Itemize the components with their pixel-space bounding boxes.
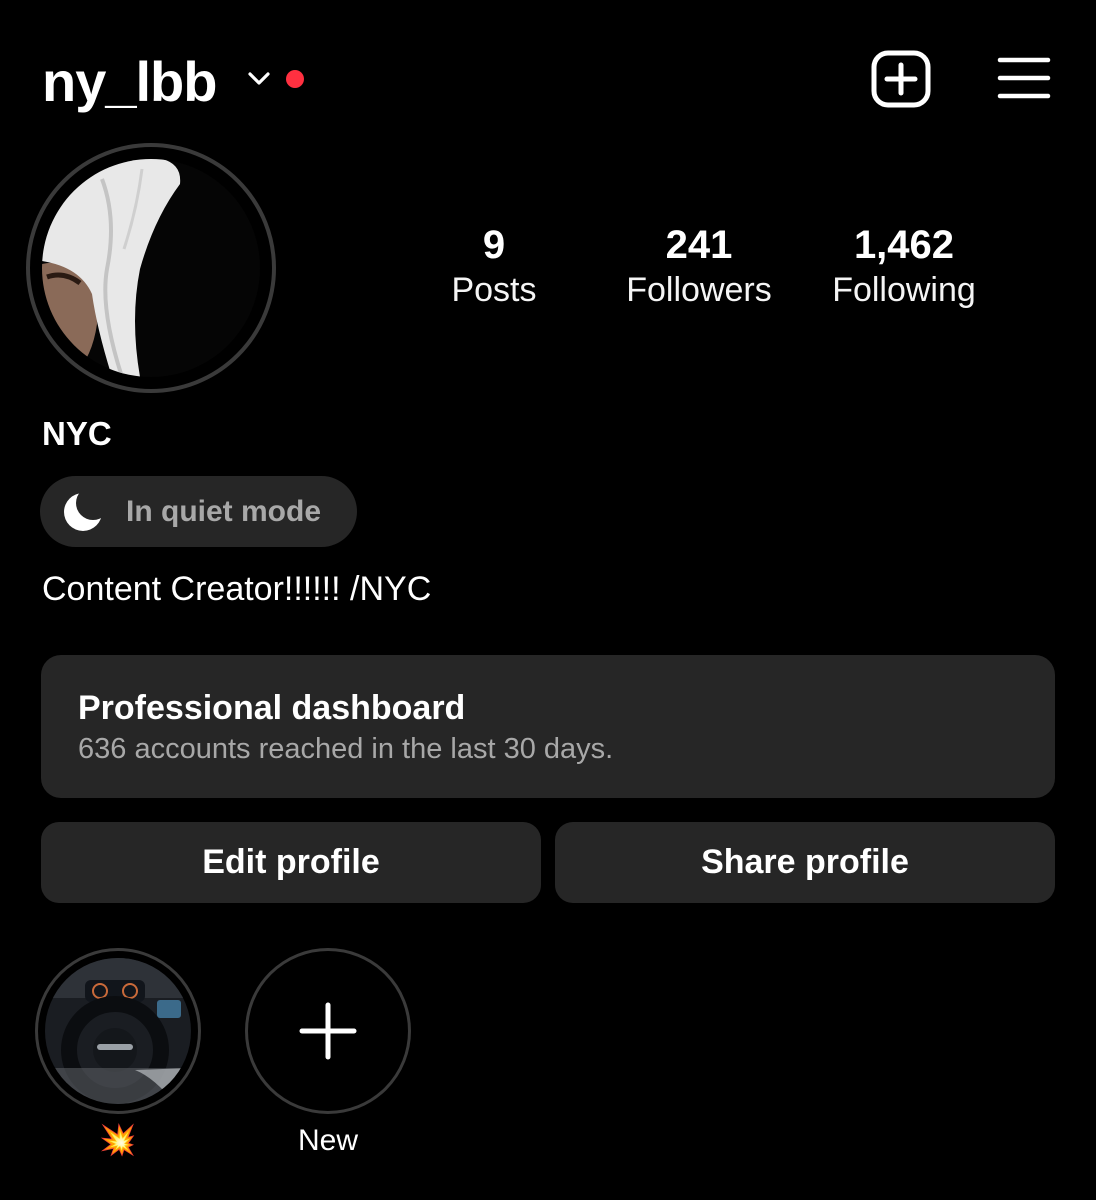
new-highlight-button[interactable] bbox=[245, 948, 411, 1118]
posts-count: 9 bbox=[482, 223, 506, 267]
plus-icon bbox=[299, 1002, 357, 1060]
posts-label: Posts bbox=[451, 271, 537, 309]
following-label: Following bbox=[832, 271, 976, 309]
new-highlight-label: New bbox=[297, 1124, 358, 1157]
highlight-cover bbox=[45, 958, 191, 1104]
quiet-mode-pill[interactable]: In quiet mode bbox=[40, 476, 357, 547]
display-name: NYC bbox=[42, 415, 112, 452]
share-profile-button[interactable]: Share profile bbox=[555, 822, 1055, 903]
notification-dot bbox=[286, 70, 304, 88]
followers-count: 241 bbox=[665, 223, 733, 267]
profile-header: ny_lbb bbox=[0, 0, 1096, 150]
dashboard-title: Professional dashboard bbox=[78, 689, 466, 727]
avatar[interactable] bbox=[42, 159, 260, 377]
moon-icon bbox=[64, 491, 104, 531]
hamburger-menu-icon[interactable] bbox=[996, 54, 1052, 102]
following-count: 1,462 bbox=[853, 223, 955, 267]
chevron-down-icon[interactable] bbox=[246, 68, 272, 88]
stat-posts[interactable]: 9 Posts bbox=[394, 222, 594, 312]
bio: Content Creator!!!!!! /NYC bbox=[42, 570, 432, 608]
quiet-mode-label: In quiet mode bbox=[126, 495, 321, 528]
story-highlight[interactable] bbox=[35, 948, 201, 1118]
dashboard-subtitle: 636 accounts reached in the last 30 days… bbox=[78, 733, 614, 765]
username-switcher[interactable]: ny_lbb bbox=[42, 52, 217, 112]
followers-label: Followers bbox=[626, 271, 772, 309]
highlight-label: 💥 bbox=[99, 1124, 137, 1157]
stat-followers[interactable]: 241 Followers bbox=[599, 222, 799, 312]
professional-dashboard[interactable]: Professional dashboard 636 accounts reac… bbox=[41, 655, 1055, 798]
plus-square-icon[interactable] bbox=[870, 50, 932, 108]
stat-following[interactable]: 1,462 Following bbox=[804, 222, 1004, 312]
edit-profile-button[interactable]: Edit profile bbox=[41, 822, 541, 903]
